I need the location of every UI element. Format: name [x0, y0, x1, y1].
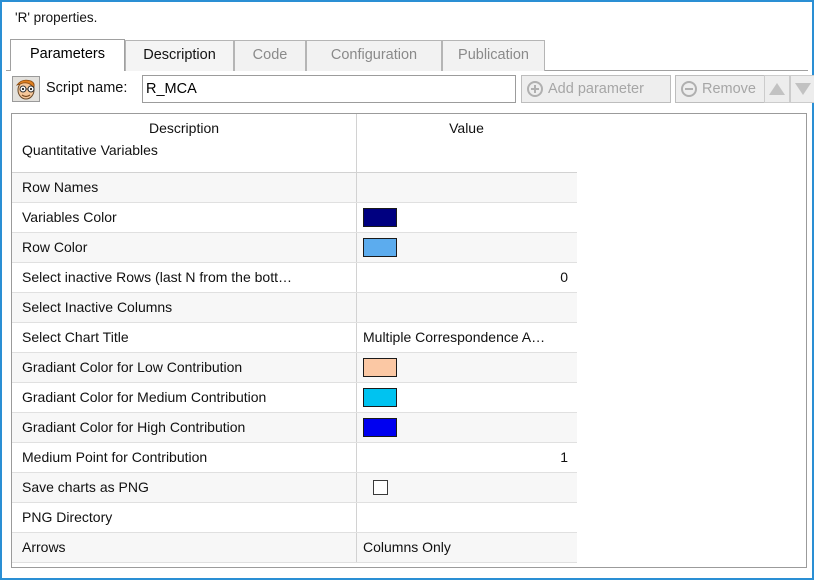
row-description: Gradiant Color for High Contribution	[12, 413, 357, 442]
color-swatch[interactable]	[363, 387, 397, 407]
add-parameter-label: Add parameter	[548, 81, 644, 97]
plus-circle-icon	[527, 81, 543, 97]
row-description: PNG Directory	[12, 503, 357, 532]
move-down-button[interactable]	[790, 75, 814, 103]
script-name-input[interactable]	[142, 75, 516, 103]
row-description: Gradiant Color for Low Contribution	[12, 353, 357, 382]
color-swatch[interactable]	[363, 237, 397, 257]
tab-strip: Parameters Description Code Configuratio…	[6, 39, 808, 71]
parameter-grid: Description Quantitative Variables Value…	[12, 114, 577, 563]
table-row[interactable]: Gradiant Color for Low Contribution	[12, 353, 577, 383]
arrow-up-icon	[769, 83, 785, 95]
table-row[interactable]: Arrows Columns Only	[12, 533, 577, 563]
row-description: Select Chart Title	[12, 323, 357, 352]
row-value-text[interactable]	[357, 173, 576, 202]
titlebar: 'R' properties.	[2, 2, 812, 36]
table-row[interactable]: Medium Point for Contribution 1	[12, 443, 577, 473]
row-description: Row Names	[12, 173, 357, 202]
tab-configuration[interactable]: Configuration	[306, 40, 442, 71]
row-value-color[interactable]	[357, 353, 576, 382]
table-row[interactable]: Row Color	[12, 233, 577, 263]
row-description: Gradiant Color for Medium Contribution	[12, 383, 357, 412]
row-value-checkbox[interactable]	[357, 473, 576, 502]
table-row[interactable]: Row Names	[12, 173, 577, 203]
table-row[interactable]: Variables Color	[12, 203, 577, 233]
row-value-color[interactable]	[357, 413, 576, 442]
tab-description-label: Description	[143, 47, 216, 63]
column-header-value-label: Value	[449, 120, 484, 136]
color-swatch[interactable]	[363, 417, 397, 437]
row-value-text[interactable]	[357, 293, 576, 322]
tab-parameters[interactable]: Parameters	[10, 39, 125, 71]
properties-window: 'R' properties. Parameters Description C…	[0, 0, 814, 580]
table-row[interactable]: Select Inactive Columns	[12, 293, 577, 323]
row-quantitative-variables-label: Quantitative Variables	[22, 142, 158, 158]
row-value-color[interactable]	[357, 233, 576, 262]
row-description: Select Inactive Columns	[12, 293, 357, 322]
tab-publication-label: Publication	[458, 47, 529, 63]
window-content: 'R' properties. Parameters Description C…	[2, 2, 814, 578]
column-header-description: Description Quantitative Variables	[12, 114, 357, 172]
row-description: Medium Point for Contribution	[12, 443, 357, 472]
remove-label: Remove	[702, 81, 756, 97]
row-value-color[interactable]	[357, 383, 576, 412]
minus-circle-icon	[681, 81, 697, 97]
row-description: Save charts as PNG	[12, 473, 357, 502]
arrow-down-icon	[795, 83, 811, 95]
tab-code-label: Code	[252, 47, 288, 63]
color-swatch[interactable]	[363, 207, 397, 227]
row-description: Variables Color	[12, 203, 357, 232]
table-row[interactable]: PNG Directory	[12, 503, 577, 533]
table-row[interactable]: Select inactive Rows (last N from the bo…	[12, 263, 577, 293]
table-row[interactable]: Select Chart Title Multiple Correspondenc…	[12, 323, 577, 353]
row-value-number[interactable]: 0	[357, 263, 576, 292]
row-description: Row Color	[12, 233, 357, 262]
remove-button[interactable]: Remove	[675, 75, 773, 103]
add-parameter-button[interactable]: Add parameter	[521, 75, 671, 103]
row-value-number[interactable]: 1	[357, 443, 576, 472]
table-row[interactable]: Gradiant Color for Medium Contribution	[12, 383, 577, 413]
grid-header-row: Description Quantitative Variables Value	[12, 114, 577, 173]
row-value-color[interactable]	[357, 203, 576, 232]
script-name-label: Script name:	[46, 80, 128, 96]
parameter-grid-panel: Description Quantitative Variables Value…	[11, 113, 807, 568]
column-header-description-label: Description	[148, 120, 220, 136]
script-toolbar: Script name: Add parameter Remove	[7, 74, 814, 108]
table-row[interactable]: Save charts as PNG	[12, 473, 577, 503]
row-description: Select inactive Rows (last N from the bo…	[12, 263, 357, 292]
row-value-text[interactable]	[357, 503, 576, 532]
row-value-text[interactable]: Columns Only	[357, 533, 576, 562]
page-title: 'R' properties.	[15, 10, 98, 25]
tab-code[interactable]: Code	[234, 40, 306, 71]
move-up-button[interactable]	[764, 75, 790, 103]
column-header-value: Value	[357, 114, 576, 172]
grid-rows: Row Names Variables Color Row Color Select …	[12, 173, 577, 563]
tab-description[interactable]: Description	[125, 40, 234, 71]
color-swatch[interactable]	[363, 357, 397, 377]
row-description: Arrows	[12, 533, 357, 562]
tab-publication[interactable]: Publication	[442, 40, 545, 71]
tab-configuration-label: Configuration	[330, 47, 418, 63]
checkbox[interactable]	[373, 480, 388, 496]
tab-parameters-label: Parameters	[30, 46, 105, 62]
script-face-icon	[12, 76, 40, 102]
row-value-text[interactable]: Multiple Correspondence A…	[357, 323, 576, 352]
table-row[interactable]: Gradiant Color for High Contribution	[12, 413, 577, 443]
